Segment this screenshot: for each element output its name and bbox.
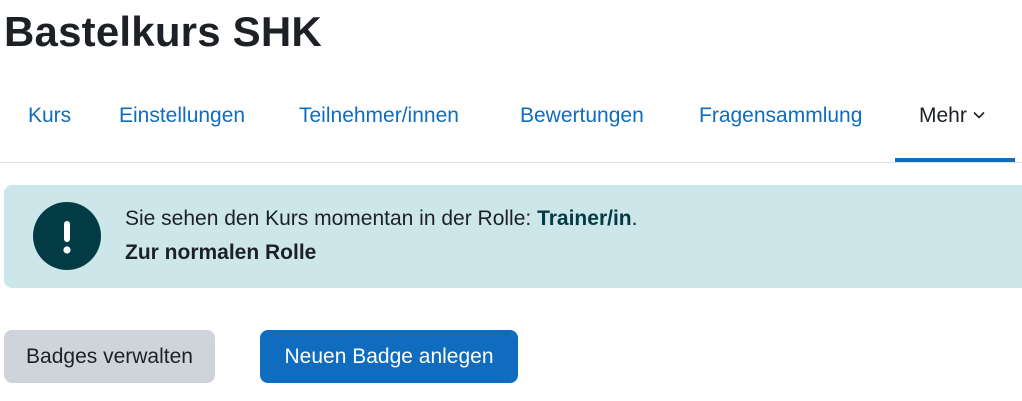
alert-message: Sie sehen den Kurs momentan in der Rolle… <box>125 207 637 231</box>
page-title: Bastelkurs SHK <box>4 8 322 55</box>
nav-item-fragensammlung[interactable]: Fragensammlung <box>699 85 862 162</box>
new-badge-button[interactable]: Neuen Badge anlegen <box>260 330 518 383</box>
nav-item-bewertungen[interactable]: Bewertungen <box>520 85 644 162</box>
return-to-normal-role-link[interactable]: Zur normalen Rolle <box>125 241 316 265</box>
nav-item-teilnehmer[interactable]: Teilnehmer/innen <box>299 85 459 162</box>
nav-item-kurs[interactable]: Kurs <box>28 85 71 162</box>
page: Bastelkurs SHK Kurs Einstellungen Teilne… <box>0 0 1022 401</box>
alert-role: Trainer/in <box>537 207 632 230</box>
secondary-navigation: Kurs Einstellungen Teilnehmer/innen Bewe… <box>0 85 1022 163</box>
chevron-down-icon <box>973 82 985 144</box>
role-alert: Sie sehen den Kurs momentan in der Rolle… <box>4 185 1022 288</box>
manage-badges-button[interactable]: Badges verwalten <box>4 330 215 383</box>
exclamation-icon <box>33 202 101 270</box>
alert-message-suffix: . <box>631 207 638 230</box>
nav-item-mehr[interactable]: Mehr <box>895 85 1015 162</box>
alert-message-prefix: Sie sehen den Kurs momentan in der Rolle… <box>125 207 538 230</box>
nav-item-mehr-label: Mehr <box>919 104 967 127</box>
nav-item-einstellungen[interactable]: Einstellungen <box>119 85 245 162</box>
